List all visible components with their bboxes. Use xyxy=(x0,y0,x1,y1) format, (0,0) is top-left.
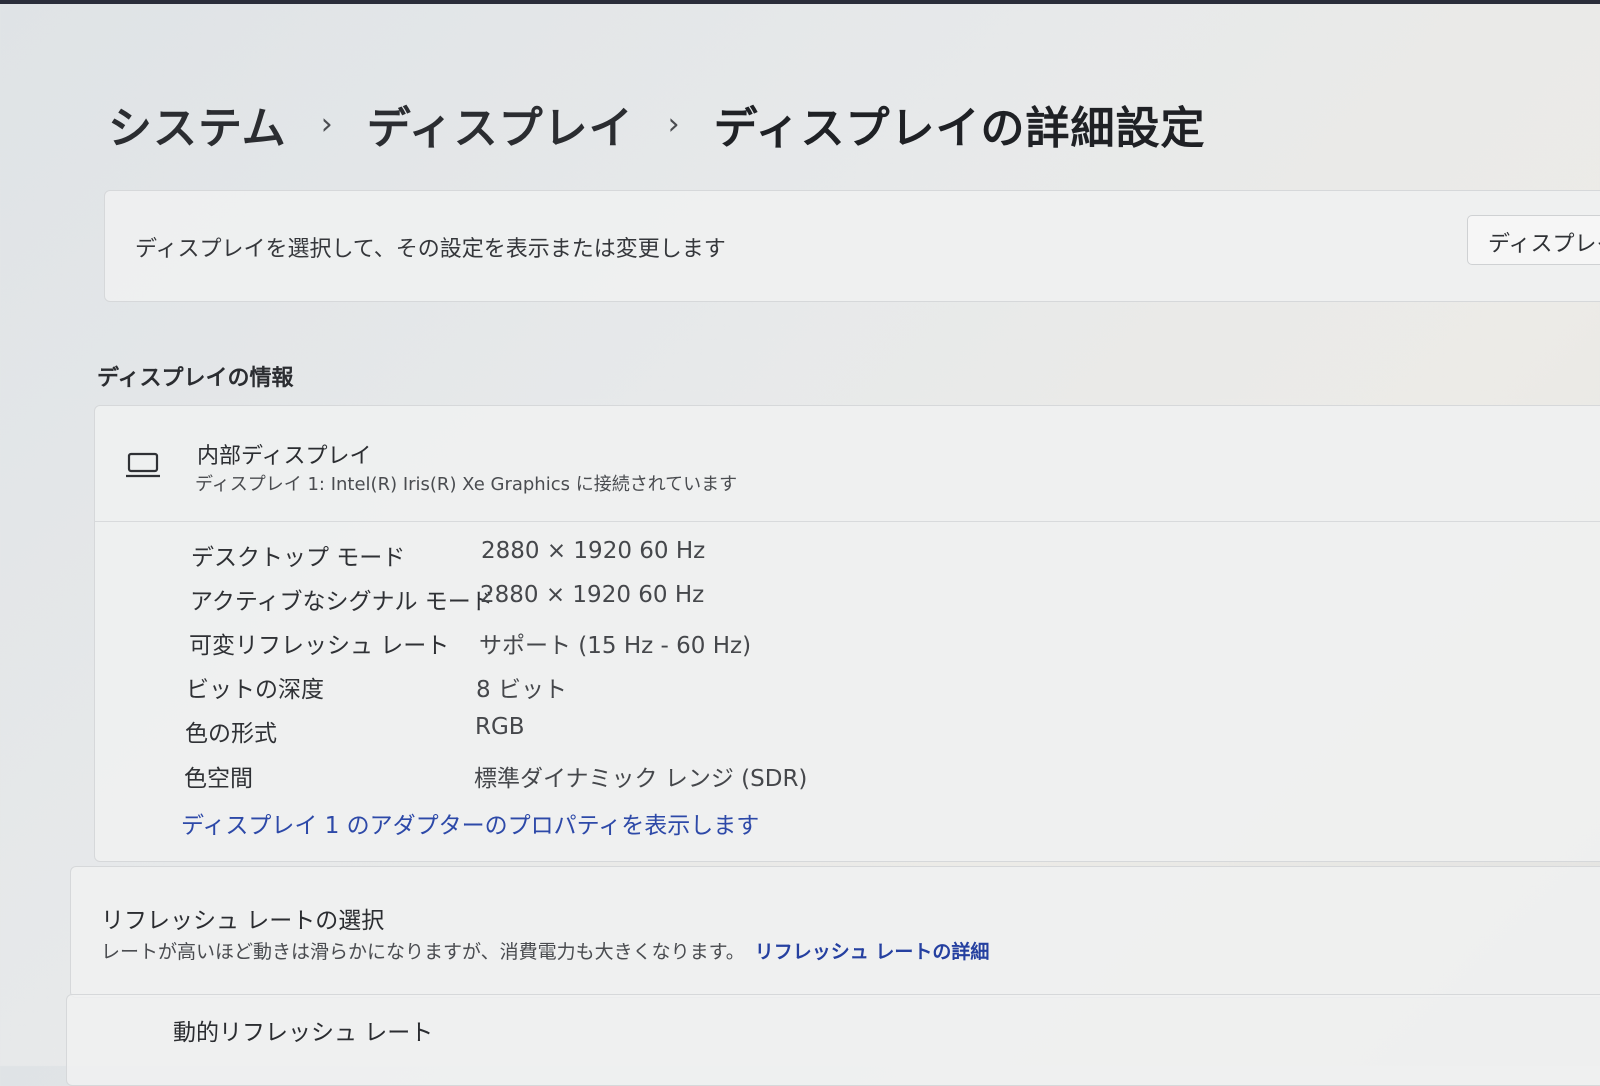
refresh-rate-title: リフレッシュ レートの選択 xyxy=(101,908,385,934)
spec-value: 2880 × 1920 60 Hz xyxy=(481,538,706,564)
spec-value: RGB xyxy=(475,714,525,740)
breadcrumb-separator-icon: › xyxy=(667,106,680,142)
breadcrumb-display[interactable]: ディスプレイ xyxy=(367,92,634,156)
display-adapter-subtitle: ディスプレイ 1: Intel(R) Iris(R) Xe Graphics に… xyxy=(195,474,738,495)
adapter-properties-link[interactable]: ディスプレイ 1 のアダプターのプロパティを表示します xyxy=(181,806,759,840)
display-info-heading: ディスプレイの情報 xyxy=(97,366,294,391)
select-display-card: ディスプレイを選択して、その設定を表示または変更します ディスプレイ xyxy=(104,190,1600,302)
spec-label: アクティブなシグナル モード xyxy=(190,589,494,615)
display-info-card: 内部ディスプレイ ディスプレイ 1: Intel(R) Iris(R) Xe G… xyxy=(94,405,1600,862)
refresh-rate-description-text: レートが高いほど動きは滑らかになりますが、消費電力も大きくなります。 xyxy=(101,941,745,963)
spec-value: 8 ビット xyxy=(476,677,567,703)
refresh-rate-details-link[interactable]: リフレッシュ レートの詳細 xyxy=(755,941,990,963)
spec-value: サポート (15 Hz - 60 Hz) xyxy=(479,633,752,659)
laptop-icon xyxy=(125,450,161,480)
select-display-description: ディスプレイを選択して、その設定を表示または変更します xyxy=(135,237,726,262)
window-top-edge xyxy=(0,0,1600,4)
spec-value: 標準ダイナミック レンジ (SDR) xyxy=(474,766,808,792)
breadcrumb-system[interactable]: システム xyxy=(108,92,287,156)
dynamic-refresh-rate-label: 動的リフレッシュ レート xyxy=(173,1020,434,1046)
refresh-rate-description: レートが高いほど動きは滑らかになりますが、消費電力も大きくなります。 リフレッシュ… xyxy=(101,937,989,964)
spec-value: 2880 × 1920 60 Hz xyxy=(480,582,705,608)
spec-label: ビットの深度 xyxy=(186,677,324,703)
dynamic-refresh-rate-row[interactable]: 動的リフレッシュ レート xyxy=(66,994,1600,1086)
spec-label: 色の形式 xyxy=(185,721,277,747)
spec-label: デスクトップ モード xyxy=(191,545,406,571)
breadcrumb-separator-icon: › xyxy=(320,106,333,142)
spec-label: 可変リフレッシュ レート xyxy=(189,633,450,659)
refresh-rate-card: リフレッシュ レートの選択 レートが高いほど動きは滑らかになりますが、消費電力も… xyxy=(70,866,1600,998)
display-select-dropdown[interactable]: ディスプレイ xyxy=(1467,215,1600,265)
spec-label: 色空間 xyxy=(184,766,253,792)
display-name: 内部ディスプレイ xyxy=(197,444,372,469)
display-info-header[interactable]: 内部ディスプレイ ディスプレイ 1: Intel(R) Iris(R) Xe G… xyxy=(95,406,1600,522)
page-title: ディスプレイの詳細設定 xyxy=(713,103,1206,154)
breadcrumb: システム › ディスプレイ › ディスプレイの詳細設定 xyxy=(108,92,1206,156)
